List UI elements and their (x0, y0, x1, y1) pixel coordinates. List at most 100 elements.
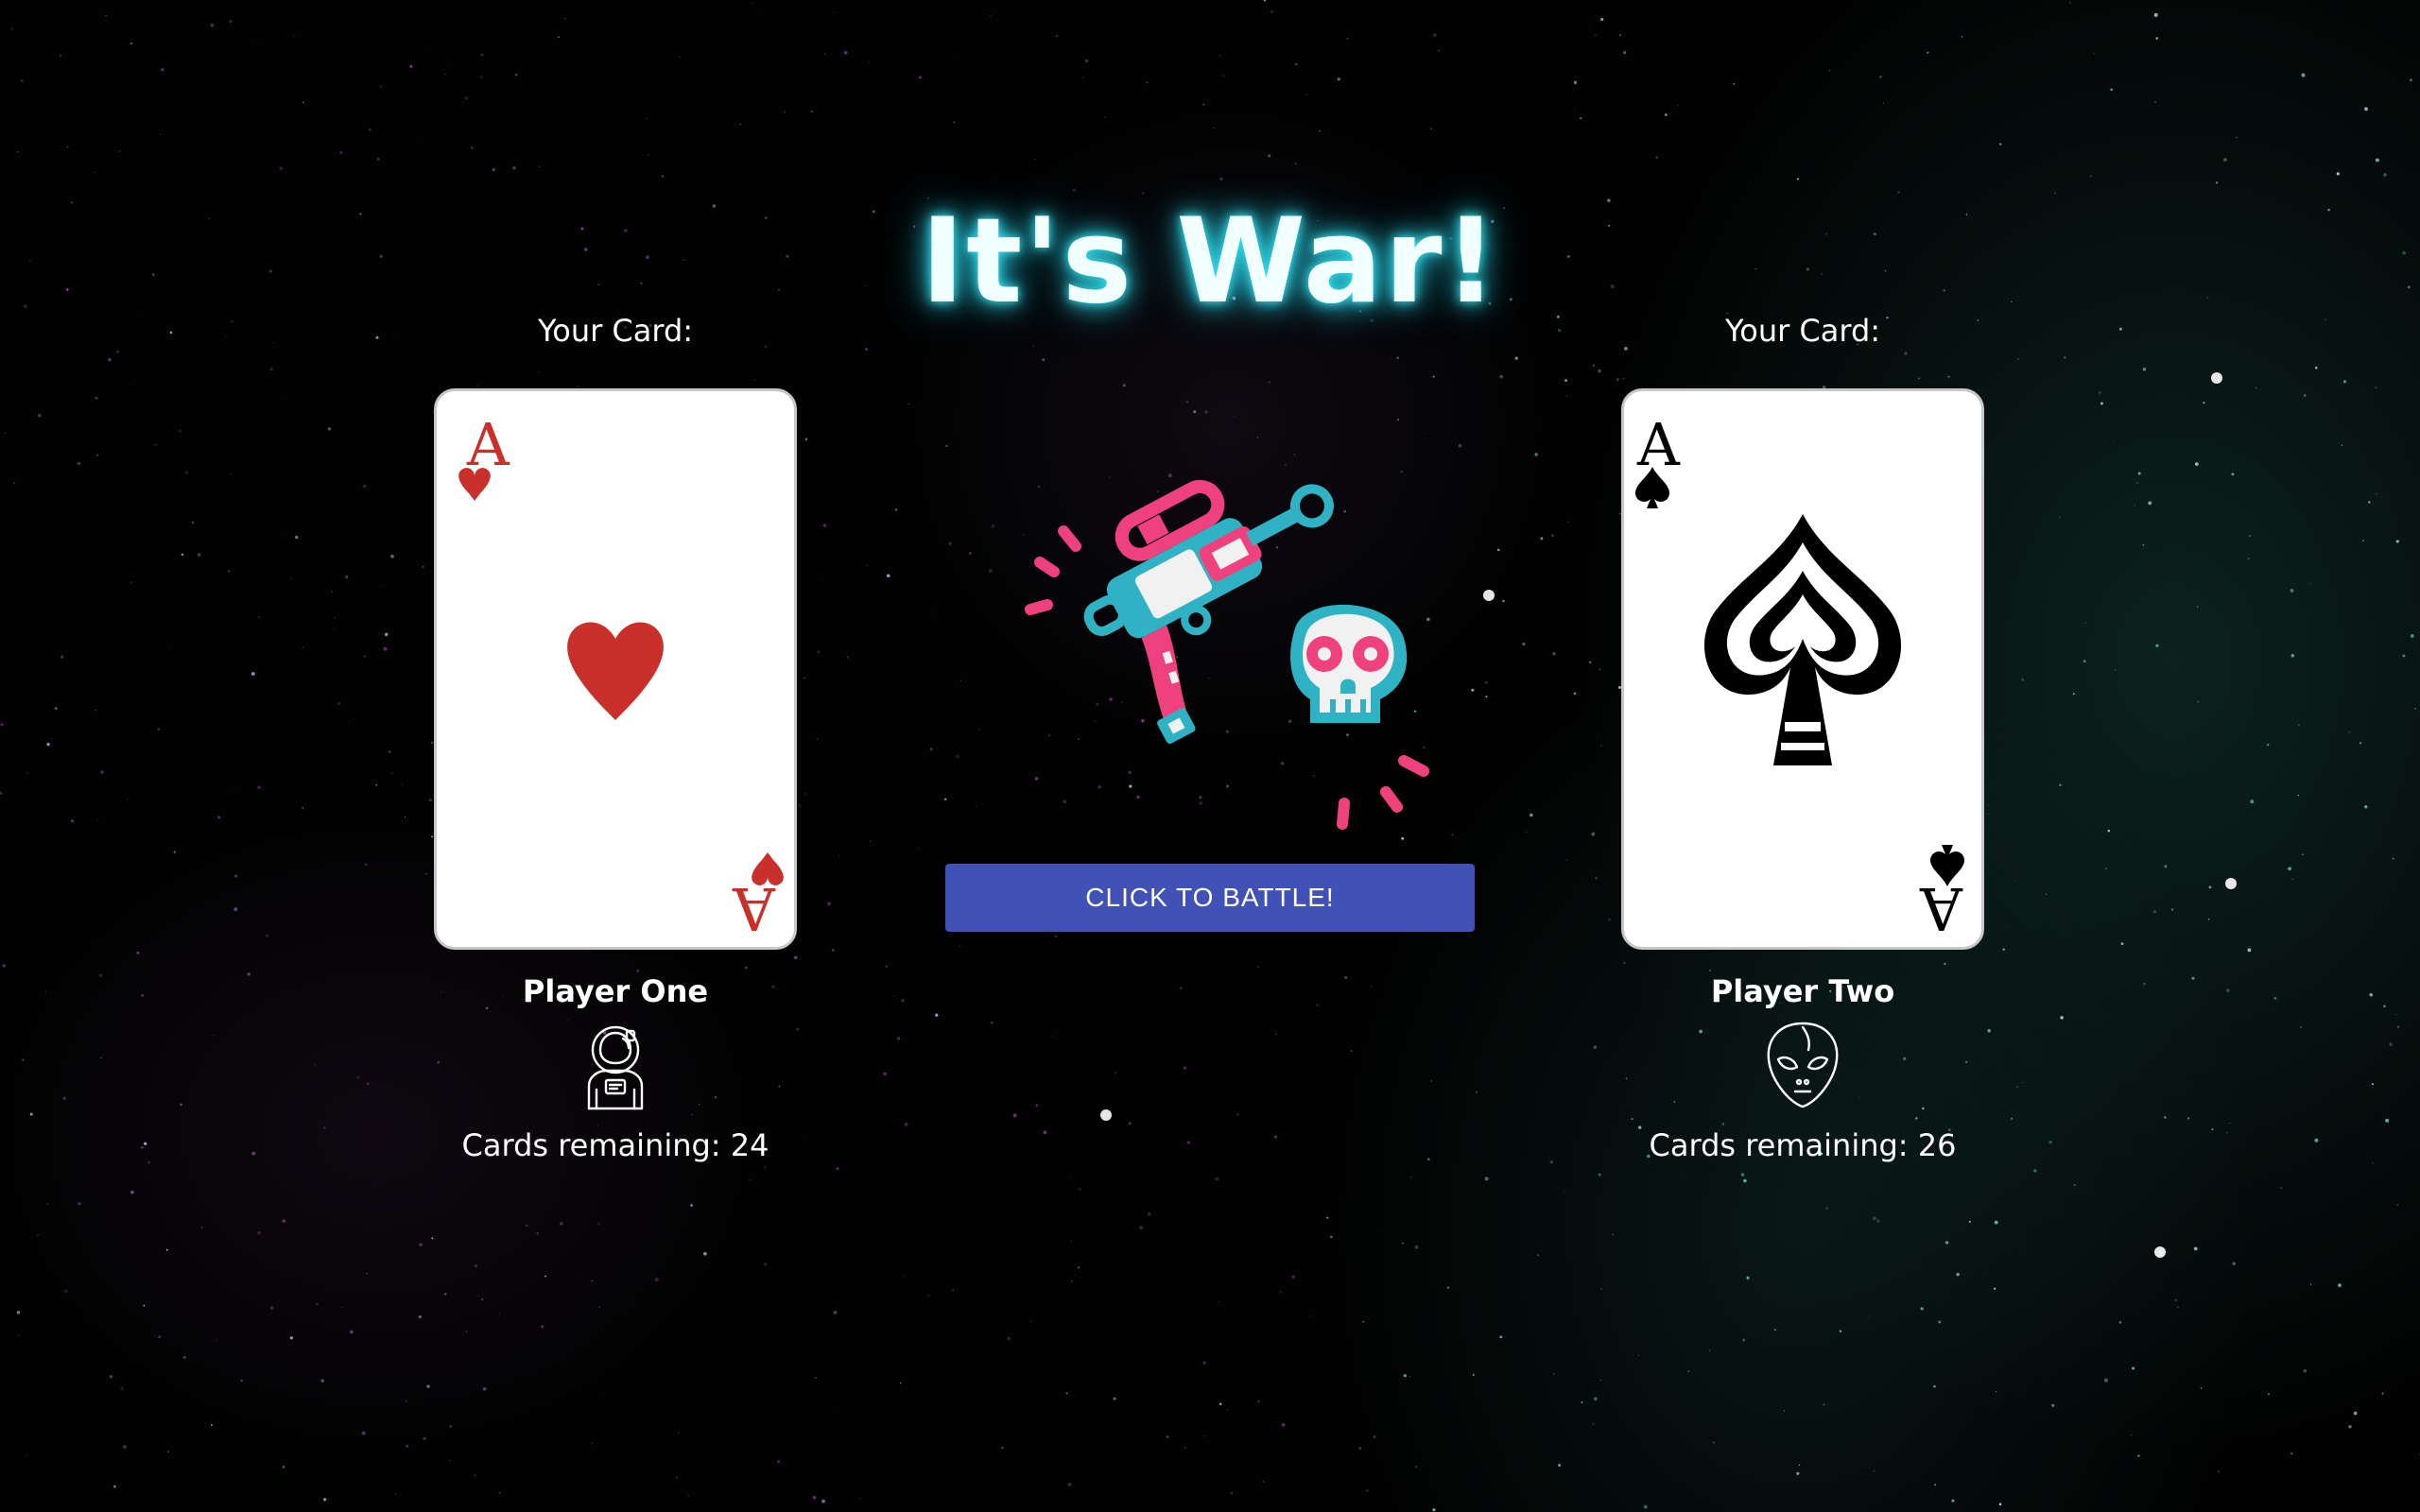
star (749, 1178, 752, 1181)
star (1945, 1241, 1949, 1245)
star (217, 816, 221, 819)
star (2232, 1262, 2236, 1265)
star (1215, 1177, 1219, 1181)
star (2409, 78, 2412, 82)
star (1680, 1171, 1682, 1173)
star (2208, 885, 2212, 889)
star (1305, 93, 1308, 95)
star (1458, 443, 1462, 448)
star (1514, 356, 1518, 360)
star (2231, 472, 2235, 476)
player-one-card-label: Your Card: (537, 313, 694, 349)
star (2191, 976, 2195, 980)
star (2197, 701, 2199, 703)
star (904, 1122, 908, 1126)
star (2177, 1306, 2179, 1308)
star (247, 972, 251, 976)
star (361, 1431, 366, 1435)
star (1362, 1320, 1365, 1323)
star (1236, 1113, 1239, 1116)
star (1438, 49, 1441, 52)
star (1179, 987, 1183, 990)
player-one-cards-remaining: Cards remaining: 24 (461, 1127, 769, 1163)
star (1643, 1504, 1648, 1509)
star (2136, 482, 2138, 484)
star (1078, 1187, 1081, 1192)
star (2302, 853, 2304, 856)
star (959, 944, 961, 947)
star (2291, 878, 2293, 881)
star (558, 36, 560, 39)
star (265, 934, 269, 937)
star (345, 575, 349, 579)
star (2215, 181, 2219, 184)
star (160, 133, 162, 135)
star (1373, 1435, 1376, 1438)
star (1202, 1361, 1206, 1365)
star (294, 36, 296, 38)
star (2143, 982, 2146, 986)
star (2410, 634, 2414, 638)
star (1529, 813, 1533, 817)
battle-button[interactable]: CLICK TO BATTLE! (945, 864, 1475, 932)
star (687, 1494, 689, 1497)
star (1598, 1173, 1601, 1177)
star (481, 1298, 484, 1301)
star (1070, 1177, 1072, 1179)
star (1451, 833, 1453, 836)
star (50, 738, 52, 740)
star (989, 14, 992, 17)
star (1414, 1245, 1419, 1249)
star (2297, 724, 2300, 727)
star (1867, 1316, 1869, 1318)
star (2280, 1187, 2282, 1190)
star (1113, 1397, 1116, 1400)
star (2059, 516, 2061, 518)
card-rank-top: A (466, 410, 510, 479)
star (1742, 1338, 1746, 1342)
star (1829, 70, 1831, 72)
star (2195, 462, 2199, 466)
star (1034, 159, 1036, 161)
star (1783, 1410, 1786, 1412)
star (690, 1204, 694, 1207)
star (661, 175, 665, 178)
star (2107, 829, 2111, 833)
star (2362, 540, 2364, 541)
star (1579, 116, 1582, 120)
bright-star (2154, 1246, 2166, 1258)
star (1798, 1464, 1801, 1467)
star (647, 154, 649, 157)
star (0, 723, 4, 727)
star (1052, 1035, 1054, 1037)
star (514, 74, 518, 77)
star (1622, 50, 1627, 55)
star (2376, 492, 2377, 495)
star (511, 165, 516, 170)
star (376, 157, 380, 161)
star (498, 1491, 501, 1494)
star (1549, 1160, 1553, 1164)
star (141, 993, 145, 997)
player-one-card: A A (434, 388, 797, 950)
bright-star (1100, 1109, 1112, 1121)
star (1471, 688, 1475, 692)
star (272, 341, 274, 343)
star (1264, 0, 1267, 2)
star (258, 616, 260, 618)
star (579, 1276, 580, 1278)
star (2105, 868, 2107, 869)
star (130, 1190, 134, 1194)
star (642, 1236, 644, 1238)
star (1522, 642, 1526, 646)
star (406, 1444, 409, 1448)
star (1746, 1276, 1750, 1280)
star (2207, 918, 2210, 920)
star (492, 167, 496, 172)
star (1499, 1335, 1503, 1339)
star (2359, 742, 2362, 745)
star (178, 429, 182, 433)
star (181, 553, 184, 557)
star (751, 2, 753, 5)
star (323, 1126, 326, 1129)
